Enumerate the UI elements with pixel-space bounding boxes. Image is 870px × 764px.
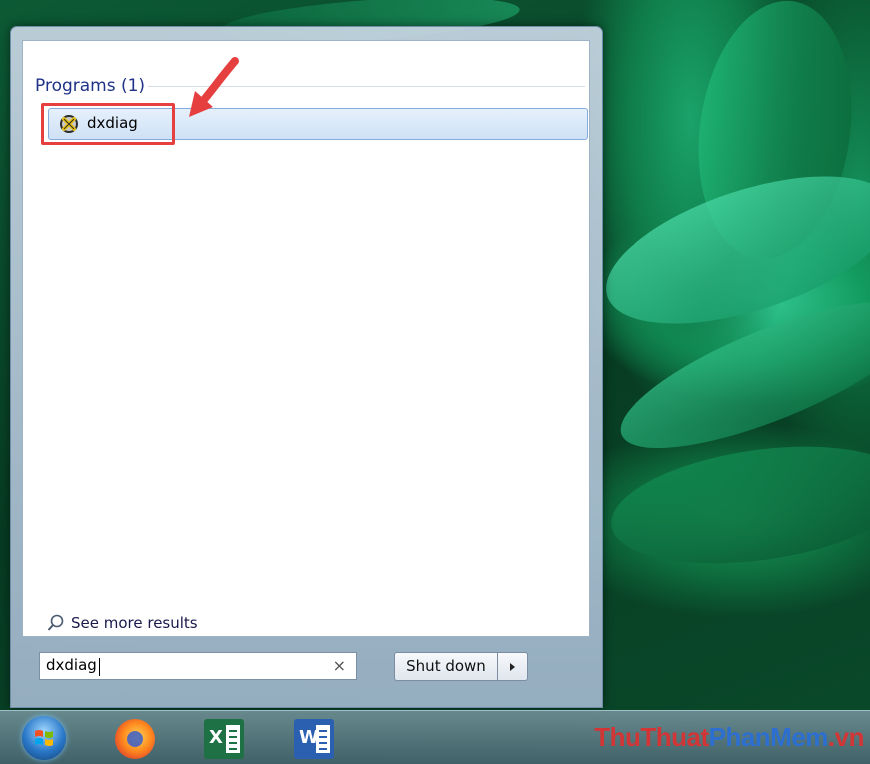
annotation-arrow-icon (189, 57, 239, 117)
excel-icon[interactable]: X (204, 719, 244, 759)
watermark-part-1: ThuThuat (594, 722, 709, 752)
word-icon[interactable]: W (294, 719, 334, 759)
search-results-pane: Programs (1) dxdiag See more results (22, 40, 590, 637)
excel-sheet-icon (226, 725, 240, 753)
search-value: dxdiag (46, 656, 97, 674)
see-more-results-link[interactable]: See more results (47, 614, 198, 632)
watermark-part-3: .vn (827, 722, 865, 752)
start-search-input[interactable]: dxdiag × (39, 652, 357, 680)
site-watermark: ThuThuatPhanMem.vn (594, 722, 864, 753)
shutdown-group: Shut down (394, 652, 528, 681)
shutdown-options-arrow-icon[interactable] (497, 652, 528, 681)
text-caret (99, 658, 100, 676)
start-menu: Programs (1) dxdiag See more results dxd… (10, 26, 603, 708)
wallpaper-leaf (603, 429, 870, 581)
programs-header: Programs (1) (35, 76, 146, 96)
word-sheet-icon (316, 725, 330, 753)
see-more-label: See more results (71, 614, 198, 632)
start-orb-button[interactable] (22, 716, 66, 760)
shutdown-button[interactable]: Shut down (394, 652, 498, 681)
magnifier-icon (47, 614, 64, 631)
clear-search-icon[interactable]: × (333, 656, 346, 675)
firefox-icon[interactable] (115, 719, 155, 759)
watermark-part-2: PhanMem (708, 722, 829, 752)
excel-letter: X (209, 727, 223, 748)
highlight-annotation-box (41, 103, 175, 145)
windows-flag-icon (35, 730, 53, 746)
